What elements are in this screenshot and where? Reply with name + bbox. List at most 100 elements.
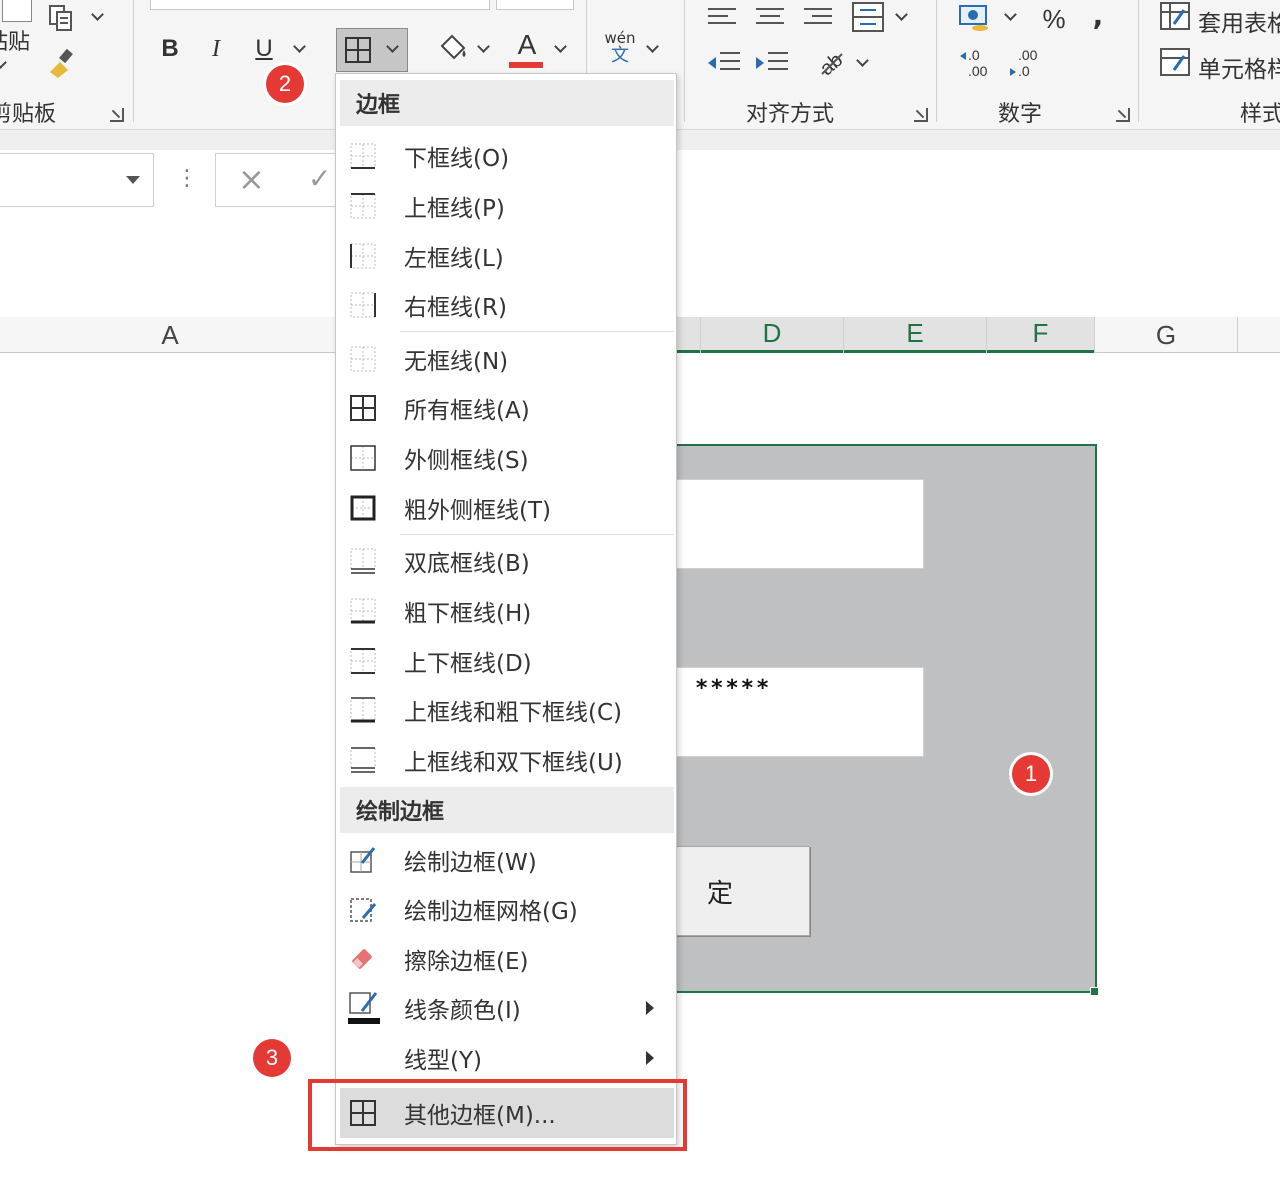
font-name-box[interactable] — [150, 0, 490, 10]
menu-item-label: 擦除边框(E) — [404, 949, 529, 975]
format-as-table-icon[interactable] — [1160, 2, 1192, 32]
align-middle-icon[interactable] — [756, 6, 784, 28]
left-border-icon — [350, 243, 376, 269]
italic-button[interactable]: I — [200, 32, 232, 66]
borders-chevron-down-icon[interactable] — [386, 40, 399, 53]
comma-button[interactable]: , — [1086, 0, 1110, 32]
svg-text:.0: .0 — [1018, 63, 1030, 79]
copy-chevron-down-icon[interactable] — [91, 8, 104, 21]
eraser-icon — [352, 949, 372, 969]
menu-item-line-style[interactable]: 线型(Y) — [338, 1034, 676, 1082]
align-top-icon[interactable] — [708, 6, 736, 28]
name-box-dropdown-icon[interactable] — [126, 176, 140, 184]
cell-styles-icon[interactable] — [1160, 48, 1192, 78]
decrease-decimal-icon[interactable]: .00.0 — [1008, 46, 1044, 80]
menu-item-double-bottom-border[interactable]: 双底框线(B) — [338, 537, 676, 585]
increase-indent-icon[interactable] — [754, 50, 788, 76]
column-header-g[interactable]: G — [1095, 317, 1237, 353]
menu-item-left-border[interactable]: 左框线(L) — [338, 232, 676, 280]
alignment-launcher-icon[interactable] — [914, 108, 928, 122]
clipboard-launcher-icon[interactable] — [110, 108, 124, 122]
menu-item-thick-outside-borders[interactable]: 粗外侧框线(T) — [338, 484, 676, 532]
column-header-c-partial[interactable] — [677, 317, 700, 353]
decrease-indent-icon[interactable] — [706, 50, 740, 76]
format-painter-icon[interactable] — [48, 48, 82, 78]
cell-styles-label[interactable]: 单元格样 — [1198, 50, 1280, 84]
menu-separator — [400, 331, 674, 332]
paste-button-label[interactable]: 粘贴 — [0, 24, 30, 56]
line-color-icon — [348, 992, 380, 1024]
menu-item-all-borders[interactable]: 所有框线(A) — [338, 384, 676, 432]
svg-text:.0: .0 — [968, 47, 980, 63]
column-header-d[interactable]: D — [701, 317, 843, 353]
menu-item-erase-border[interactable]: 擦除边框(E) — [338, 935, 676, 983]
formula-buttons: × ✓ — [215, 153, 345, 207]
orientation-chevron-down-icon[interactable] — [856, 54, 869, 67]
menu-section-borders: 边框 — [340, 80, 674, 126]
top-double-bottom-border-icon — [350, 747, 376, 773]
number-launcher-icon[interactable] — [1116, 108, 1130, 122]
wrap-text-icon[interactable] — [852, 2, 884, 32]
menu-item-top-border[interactable]: 上框线(P) — [338, 182, 676, 230]
menu-item-top-thick-bottom-border[interactable]: 上框线和粗下框线(C) — [338, 686, 676, 734]
merge-chevron-down-icon[interactable] — [895, 8, 908, 21]
highlight-box — [308, 1079, 687, 1151]
underline-button[interactable]: U — [248, 32, 280, 66]
enter-icon[interactable]: ✓ — [308, 162, 331, 195]
cancel-icon[interactable]: × — [238, 160, 265, 198]
menu-item-draw-border-grid[interactable]: 绘制边框网格(G) — [338, 885, 676, 933]
paste-icon[interactable] — [2, 0, 32, 22]
menu-item-label: 无框线(N) — [404, 349, 509, 375]
phonetic-pinyin: wén — [604, 29, 636, 47]
format-as-table-label[interactable]: 套用表格 — [1198, 4, 1280, 38]
fill-color-chevron-down-icon[interactable] — [477, 40, 490, 53]
confirm-button[interactable]: 定 — [676, 846, 810, 936]
font-color-chevron-down-icon[interactable] — [554, 40, 567, 53]
underline-chevron-down-icon[interactable] — [293, 40, 306, 53]
name-box[interactable] — [0, 153, 154, 207]
top-bottom-border-icon — [350, 648, 376, 674]
menu-item-line-color[interactable]: 线条颜色(I) — [338, 984, 676, 1032]
ribbon-divider — [684, 0, 685, 122]
menu-item-label: 粗下框线(H) — [404, 601, 532, 627]
menu-item-draw-border[interactable]: 绘制边框(W) — [338, 836, 676, 884]
fill-color-icon[interactable] — [436, 32, 470, 64]
borders-button[interactable] — [336, 28, 408, 72]
column-header-e[interactable]: E — [844, 317, 986, 353]
align-bottom-icon[interactable] — [804, 6, 832, 28]
menu-item-label: 绘制边框网格(G) — [404, 899, 578, 925]
all-borders-icon — [350, 395, 376, 421]
menu-item-thick-bottom-border[interactable]: 粗下框线(H) — [338, 587, 676, 635]
menu-item-label: 下框线(O) — [404, 146, 510, 172]
percent-button[interactable]: % — [1036, 2, 1072, 36]
font-size-box[interactable] — [496, 0, 574, 10]
menu-item-no-border[interactable]: 无框线(N) — [338, 335, 676, 383]
number-group-label: 数字 — [998, 102, 1043, 127]
paste-chevron-down-icon[interactable] — [0, 56, 7, 69]
font-color-button[interactable]: A — [510, 28, 544, 62]
menu-item-bottom-border[interactable]: 下框线(O) — [338, 132, 676, 180]
bold-button[interactable]: B — [154, 32, 186, 66]
menu-item-label: 线条颜色(I) — [404, 998, 521, 1024]
menu-item-label: 双底框线(B) — [404, 551, 530, 577]
accounting-chevron-down-icon[interactable] — [1004, 8, 1017, 21]
menu-item-label: 粗外侧框线(T) — [404, 498, 551, 524]
menu-item-outside-borders[interactable]: 外侧框线(S) — [338, 434, 676, 482]
column-separator[interactable] — [1237, 317, 1238, 353]
selected-range-form[interactable]: ***** 定 — [660, 444, 1097, 993]
phonetic-guide-icon[interactable]: wén 文 — [602, 30, 638, 70]
username-field[interactable] — [676, 479, 924, 569]
copy-icon[interactable] — [48, 4, 72, 31]
top-border-icon — [350, 193, 376, 219]
menu-item-top-bottom-border[interactable]: 上下框线(D) — [338, 637, 676, 685]
text-orientation-icon[interactable]: ab — [814, 44, 848, 80]
column-header-f[interactable]: F — [987, 317, 1094, 353]
password-field[interactable]: ***** — [676, 667, 924, 757]
phonetic-chevron-down-icon[interactable] — [646, 40, 659, 53]
menu-item-top-double-bottom-border[interactable]: 上框线和双下框线(U) — [338, 736, 676, 784]
fill-handle[interactable] — [1090, 987, 1099, 996]
increase-decimal-icon[interactable]: .0.00 — [958, 46, 994, 80]
accounting-format-icon[interactable] — [958, 2, 994, 34]
menu-item-right-border[interactable]: 右框线(R) — [338, 281, 676, 329]
column-header-a[interactable]: A — [0, 317, 340, 353]
